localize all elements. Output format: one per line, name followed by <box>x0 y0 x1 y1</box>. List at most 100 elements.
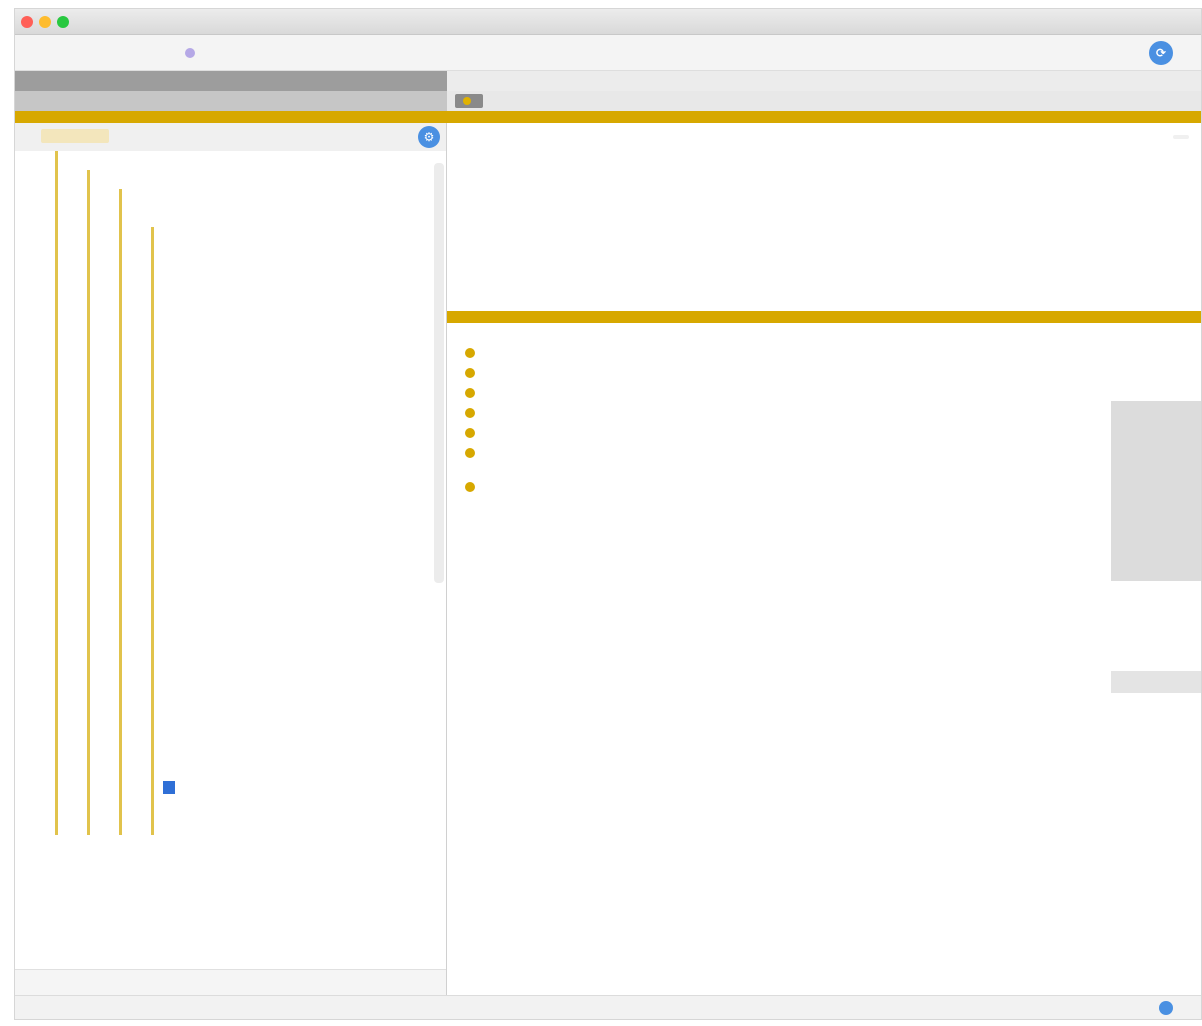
active-tab[interactable] <box>455 94 483 108</box>
tree-guide-line <box>87 303 90 322</box>
tree-item[interactable] <box>15 569 428 588</box>
content-pane <box>447 123 1201 995</box>
tree-item[interactable] <box>15 531 428 550</box>
tree-item[interactable] <box>15 759 428 778</box>
sidebar-scrollbar[interactable] <box>434 163 444 583</box>
tree-guide-line <box>151 455 154 474</box>
toolbar: ⟳ <box>15 35 1201 71</box>
tree-guide-line <box>151 645 154 664</box>
tree-item[interactable] <box>15 493 428 512</box>
tree-item[interactable] <box>15 360 428 379</box>
tab-right-row1 <box>447 71 1201 91</box>
gear-icon[interactable]: ⚙ <box>418 126 440 148</box>
tree-item[interactable] <box>15 303 428 322</box>
tree-guide-line <box>151 284 154 303</box>
tree-item[interactable] <box>15 645 428 664</box>
folder-chip[interactable] <box>41 129 109 143</box>
status-icon[interactable] <box>1159 1000 1173 1015</box>
tree-guide-line <box>87 398 90 417</box>
sync-button[interactable]: ⟳ <box>1149 41 1173 65</box>
maximize-window-button[interactable] <box>57 16 69 28</box>
tree-guide-line <box>55 436 58 455</box>
tree-item[interactable] <box>15 512 428 531</box>
tree-item[interactable] <box>15 740 428 759</box>
tree-guide-line <box>119 360 122 379</box>
commit-hash[interactable] <box>1173 135 1189 139</box>
tree-guide-line <box>55 455 58 474</box>
tab-right-row2 <box>447 91 1201 111</box>
tree-guide-line <box>55 759 58 778</box>
tree-guide-line <box>119 474 122 493</box>
tabs-left <box>15 71 447 111</box>
tree-guide-line <box>87 588 90 607</box>
tree-item[interactable] <box>15 341 428 360</box>
tree-guide-line <box>119 227 122 246</box>
tree-item[interactable] <box>15 322 428 341</box>
status-bar <box>15 995 1201 1019</box>
changed-file-row[interactable] <box>465 423 1183 443</box>
tree-guide-line <box>87 284 90 303</box>
toolbar-branch-label[interactable] <box>185 47 201 58</box>
tree-item[interactable] <box>15 246 428 265</box>
tree-item[interactable] <box>15 626 428 645</box>
tree-guide-line <box>55 721 58 740</box>
tree-item[interactable] <box>15 797 428 816</box>
tab-left-row1[interactable] <box>15 71 447 91</box>
tree-item[interactable] <box>15 816 428 835</box>
tree-guide-line <box>151 759 154 778</box>
tree-guide-line <box>119 550 122 569</box>
tree-item[interactable] <box>15 265 428 284</box>
changed-file-row[interactable] <box>465 363 1183 383</box>
minimize-window-button[interactable] <box>39 16 51 28</box>
tree-item[interactable] <box>15 664 428 683</box>
tree-guide-line <box>119 303 122 322</box>
changed-file-row[interactable] <box>465 443 1183 463</box>
tree-item[interactable] <box>15 208 428 227</box>
tree-item[interactable] <box>15 588 428 607</box>
tree-item[interactable] <box>15 379 428 398</box>
tree-guide-line <box>87 778 90 797</box>
main-area: ⚙ <box>15 123 1201 995</box>
tree-guide-line <box>151 512 154 531</box>
tabs-right <box>447 71 1201 111</box>
tree-guide-line <box>119 265 122 284</box>
tree-item[interactable] <box>15 702 428 721</box>
tree-guide-line <box>55 607 58 626</box>
tree-item[interactable] <box>15 455 428 474</box>
tree-item[interactable] <box>15 417 428 436</box>
tree-item[interactable] <box>15 436 428 455</box>
tree-guide-line <box>87 246 90 265</box>
tree-item[interactable] <box>15 227 428 246</box>
tree-item[interactable] <box>15 284 428 303</box>
tree-item[interactable] <box>15 607 428 626</box>
tree-guide-line <box>151 474 154 493</box>
tree-item[interactable] <box>15 170 428 189</box>
tree-item[interactable] <box>15 189 428 208</box>
tree-guide-line <box>55 797 58 816</box>
changed-file-row[interactable] <box>465 383 1183 403</box>
tree-guide-line <box>119 626 122 645</box>
changed-file-row[interactable] <box>465 403 1183 423</box>
tree-guide-line <box>151 816 154 835</box>
tree-item[interactable] <box>15 721 428 740</box>
tree-item[interactable] <box>15 474 428 493</box>
tree-item[interactable] <box>15 550 428 569</box>
commit-author[interactable] <box>465 131 1183 143</box>
tree-item[interactable] <box>15 683 428 702</box>
tree-item[interactable] <box>15 398 428 417</box>
modified-icon <box>465 408 475 418</box>
window-controls <box>21 16 69 28</box>
sidebar: ⚙ <box>15 123 447 995</box>
tree-guide-line <box>87 493 90 512</box>
tree-item[interactable] <box>15 151 428 170</box>
tree-guide-line <box>151 265 154 284</box>
tree-guide-line <box>87 474 90 493</box>
tree-guide-line <box>55 550 58 569</box>
close-window-button[interactable] <box>21 16 33 28</box>
branch-icon <box>185 47 195 58</box>
changed-file-row[interactable] <box>465 343 1183 363</box>
tree-guide-line <box>87 341 90 360</box>
tree-item[interactable] <box>15 778 428 797</box>
other-file-row[interactable] <box>465 477 1183 497</box>
tree-guide-line <box>87 189 90 208</box>
